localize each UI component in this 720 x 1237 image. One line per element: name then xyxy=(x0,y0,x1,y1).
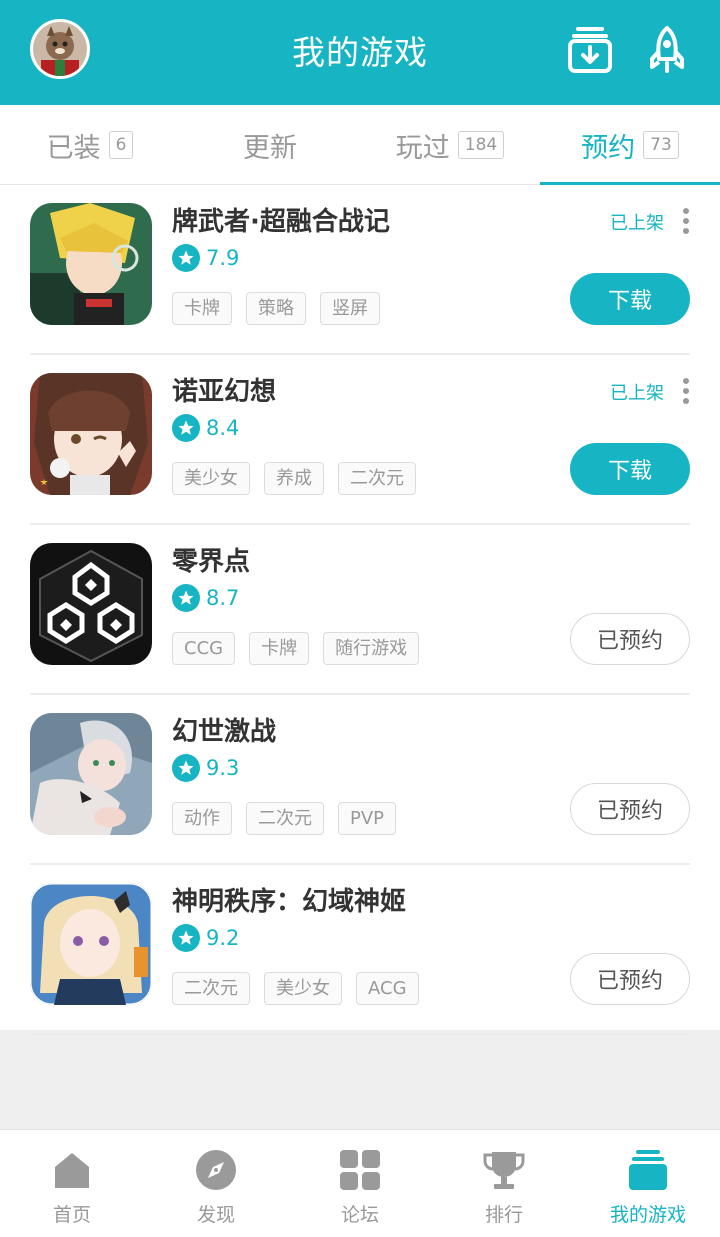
compass-icon xyxy=(194,1148,238,1192)
rating: 7.9 xyxy=(172,243,239,273)
tab-updates[interactable]: 更新 xyxy=(180,105,360,185)
game-name[interactable]: 诺亚幻想 xyxy=(172,371,276,408)
game-row[interactable]: 牌武者·超融合战记 7.9 卡牌 策略 竖屏 已上架 下载 xyxy=(0,185,720,355)
bottom-nav: 首页 发现 论坛 排行 我的游戏 xyxy=(0,1129,720,1237)
rocket-icon[interactable] xyxy=(643,25,691,75)
count-badge: 73 xyxy=(643,131,679,159)
home-icon xyxy=(50,1148,94,1192)
game-icon[interactable] xyxy=(30,203,152,325)
rating-value: 9.3 xyxy=(206,756,240,780)
tab-label: 已装 xyxy=(46,132,101,164)
tag[interactable]: 二次元 xyxy=(172,972,250,1005)
nav-label: 发现 xyxy=(196,1204,235,1226)
game-icon[interactable] xyxy=(30,883,152,1005)
nav-forum[interactable]: 论坛 xyxy=(288,1130,432,1237)
game-name[interactable]: 零界点 xyxy=(172,541,250,578)
app-header: 我的游戏 xyxy=(0,0,720,105)
game-row[interactable]: 幻世激战 9.3 动作 二次元 PVP 已预约 xyxy=(0,695,720,865)
rating-value: 7.9 xyxy=(206,246,240,270)
tag[interactable]: 美少女 xyxy=(172,462,250,495)
tag[interactable]: 卡牌 xyxy=(172,292,232,325)
download-button[interactable]: 下载 xyxy=(570,443,690,495)
my-games-icon xyxy=(626,1148,670,1192)
rating-value: 9.2 xyxy=(206,926,240,950)
tab-reserved[interactable]: 预约 73 xyxy=(540,105,720,185)
download-button[interactable]: 下载 xyxy=(570,273,690,325)
tag[interactable]: 二次元 xyxy=(338,462,416,495)
tag[interactable]: 美少女 xyxy=(264,972,342,1005)
more-options-icon[interactable] xyxy=(682,378,690,404)
game-name[interactable]: 神明秩序：幻域神姬 xyxy=(172,881,406,918)
star-icon xyxy=(172,414,200,442)
nav-label: 排行 xyxy=(484,1204,523,1226)
tab-label: 预约 xyxy=(581,132,636,164)
game-icon[interactable] xyxy=(30,543,152,665)
game-row[interactable]: 诺亚幻想 8.4 美少女 养成 二次元 已上架 下载 xyxy=(0,355,720,525)
reserved-button[interactable]: 已预约 xyxy=(570,783,690,835)
tag[interactable]: CCG xyxy=(172,632,236,665)
tag-list: 卡牌 策略 竖屏 xyxy=(172,292,394,325)
trophy-icon xyxy=(482,1148,526,1192)
star-icon xyxy=(172,754,200,782)
tag[interactable]: ACG xyxy=(356,972,419,1005)
tag-list: CCG 卡牌 随行游戏 xyxy=(172,632,433,665)
tag[interactable]: PVP xyxy=(338,802,397,835)
star-icon xyxy=(172,924,200,952)
nav-label: 论坛 xyxy=(340,1204,379,1226)
game-list: 牌武者·超融合战记 7.9 卡牌 策略 竖屏 已上架 下载 诺亚幻想 8.4 美… xyxy=(0,185,720,1035)
tab-bar: 已装 6 更新 玩过 184 预约 73 xyxy=(0,105,720,186)
game-icon[interactable] xyxy=(30,373,152,495)
rating-value: 8.4 xyxy=(206,416,240,440)
tab-label: 更新 xyxy=(243,132,297,164)
release-status: 已上架 xyxy=(610,213,664,234)
game-row[interactable]: 零界点 8.7 CCG 卡牌 随行游戏 已预约 xyxy=(0,525,720,695)
star-icon xyxy=(172,584,200,612)
tag[interactable]: 卡牌 xyxy=(249,632,310,665)
tab-played[interactable]: 玩过 184 xyxy=(360,105,540,185)
tag[interactable]: 二次元 xyxy=(246,802,324,835)
rating: 9.3 xyxy=(172,753,239,783)
tag[interactable]: 养成 xyxy=(264,462,324,495)
tab-label: 玩过 xyxy=(395,132,450,164)
count-badge: 6 xyxy=(108,131,134,159)
nav-discover[interactable]: 发现 xyxy=(144,1130,288,1237)
star-icon xyxy=(172,244,200,272)
tag-list: 二次元 美少女 ACG xyxy=(172,972,433,1005)
rating: 9.2 xyxy=(172,923,239,953)
download-manager-icon[interactable] xyxy=(566,25,614,75)
tag[interactable]: 竖屏 xyxy=(320,292,380,325)
game-name[interactable]: 幻世激战 xyxy=(172,711,276,748)
tag[interactable]: 动作 xyxy=(172,802,232,835)
rating: 8.7 xyxy=(172,583,239,613)
tag[interactable]: 策略 xyxy=(246,292,306,325)
rating-value: 8.7 xyxy=(206,586,240,610)
grid-icon xyxy=(338,1148,382,1192)
release-status: 已上架 xyxy=(610,383,664,404)
tab-installed[interactable]: 已装 6 xyxy=(0,105,180,185)
reserved-button[interactable]: 已预约 xyxy=(570,613,690,665)
more-options-icon[interactable] xyxy=(682,208,690,234)
count-badge: 184 xyxy=(457,131,505,159)
nav-home[interactable]: 首页 xyxy=(0,1130,144,1237)
nav-label: 我的游戏 xyxy=(609,1204,686,1226)
nav-my-games[interactable]: 我的游戏 xyxy=(576,1130,720,1237)
nav-ranking[interactable]: 排行 xyxy=(432,1130,576,1237)
tag-list: 美少女 养成 二次元 xyxy=(172,462,430,495)
tag[interactable]: 随行游戏 xyxy=(323,632,420,665)
rating: 8.4 xyxy=(172,413,239,443)
game-icon[interactable] xyxy=(30,713,152,835)
divider xyxy=(30,1033,690,1035)
game-row[interactable]: 神明秩序：幻域神姬 9.2 二次元 美少女 ACG 已预约 xyxy=(0,865,720,1035)
game-name[interactable]: 牌武者·超融合战记 xyxy=(172,201,390,238)
reserved-button[interactable]: 已预约 xyxy=(570,953,690,1005)
tag-list: 动作 二次元 PVP xyxy=(172,802,410,835)
nav-label: 首页 xyxy=(52,1204,91,1226)
